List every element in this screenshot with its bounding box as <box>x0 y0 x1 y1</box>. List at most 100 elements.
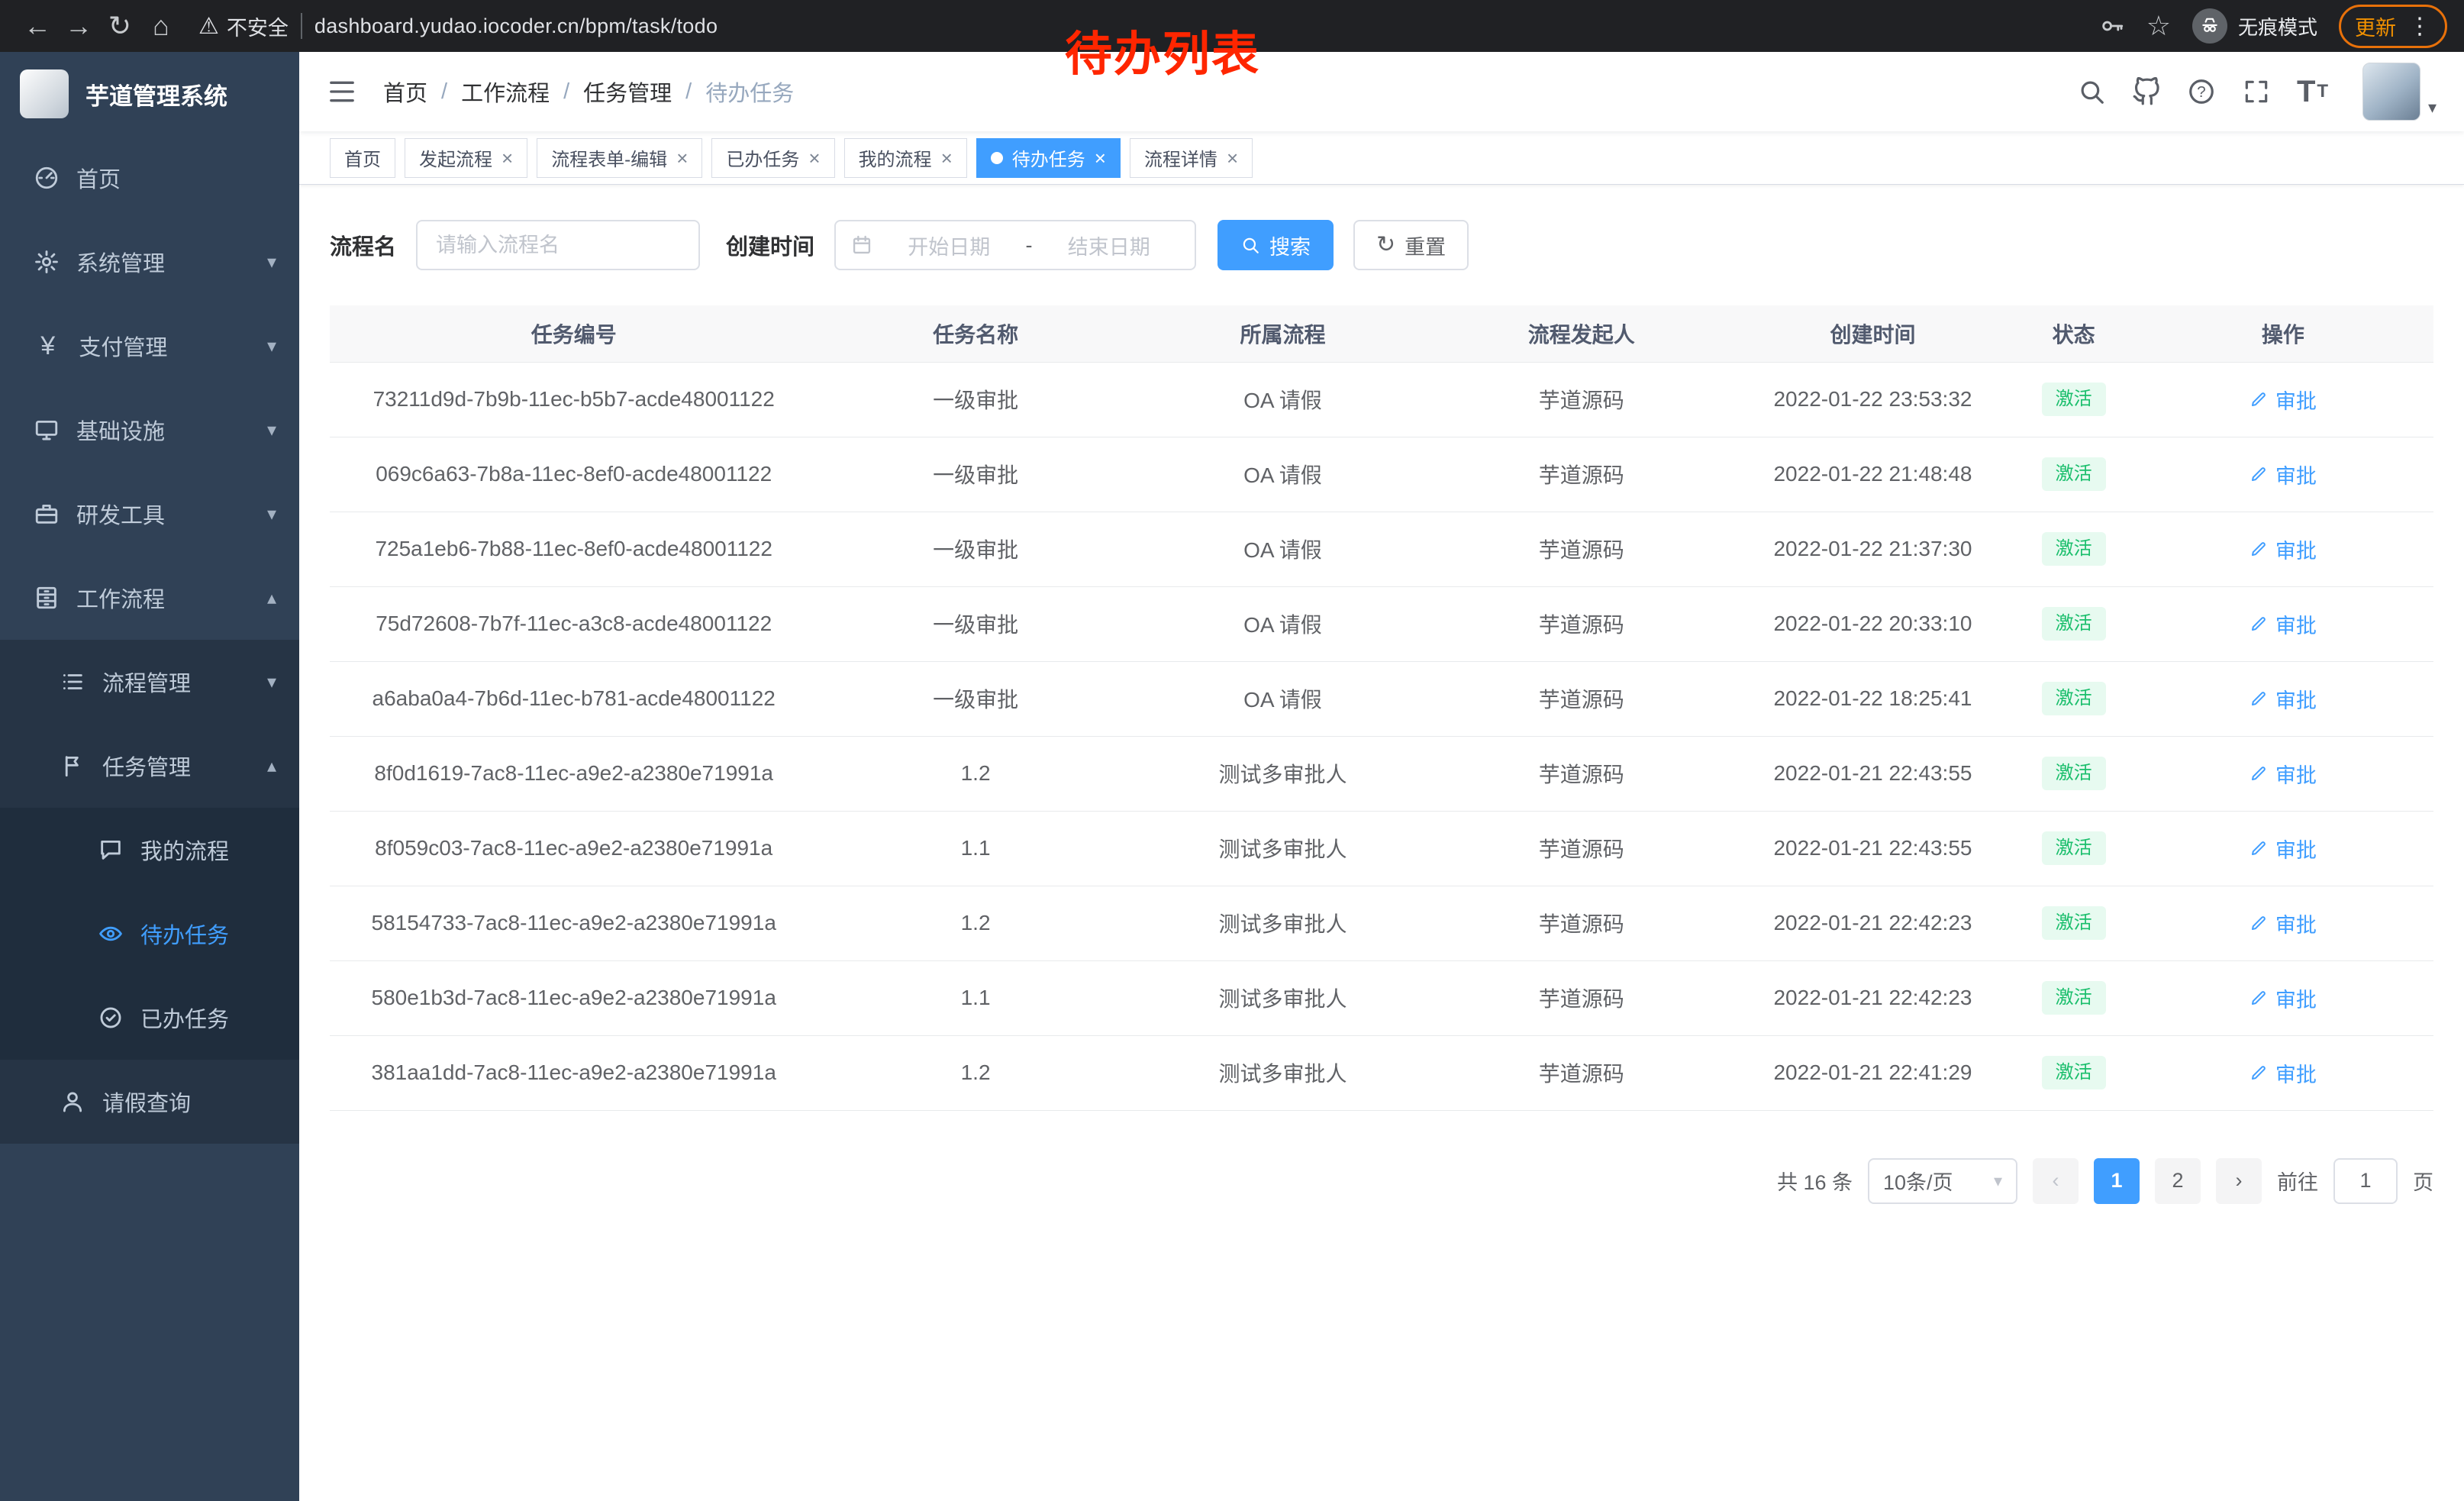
status-badge: 激活 <box>2042 383 2106 417</box>
cell-task-id: 381aa1dd-7ac8-11ec-a9e2-a2380e71991a <box>330 1035 818 1110</box>
sidebar-item-system[interactable]: 系统管理 ▾ <box>0 220 299 304</box>
help-icon[interactable] <box>2187 63 2216 121</box>
approve-link[interactable]: 审批 <box>2250 759 2317 789</box>
menu-label: 请假查询 <box>102 1086 191 1118</box>
avatar[interactable] <box>2362 63 2420 121</box>
next-page-button[interactable]: › <box>2216 1158 2262 1204</box>
cell-created: 2022-01-22 21:48:48 <box>1730 437 2014 512</box>
cell-task-name: 一级审批 <box>818 661 1133 736</box>
screen: ← → ↻ ⌂ ⚠ 不安全 dashboard.yudao.iocoder.cn… <box>0 0 2464 1501</box>
page-size-select[interactable]: 10条/页 ▾ <box>1868 1158 2017 1204</box>
sidebar-item-my-process[interactable]: 我的流程 <box>0 808 299 892</box>
task-table: 任务编号 任务名称 所属流程 流程发起人 创建时间 状态 操作 73211d9d… <box>330 305 2433 1111</box>
approve-link[interactable]: 审批 <box>2250 534 2317 564</box>
sidebar-item-process-mgmt[interactable]: 流程管理 ▾ <box>0 640 299 724</box>
page-button-1[interactable]: 1 <box>2094 1158 2140 1204</box>
menu-label: 首页 <box>76 162 121 194</box>
sidebar-item-workflow[interactable]: 工作流程 ▴ <box>0 556 299 640</box>
sidebar-item-infra[interactable]: 基础设施 ▾ <box>0 388 299 472</box>
tab-process-detail[interactable]: 流程详情 × <box>1130 138 1253 178</box>
chrome-right-controls: ☆ 无痕模式 更新 ⋮ <box>2099 5 2447 48</box>
address-bar[interactable]: ⚠ 不安全 dashboard.yudao.iocoder.cn/bpm/tas… <box>198 11 718 41</box>
browser-reload-button[interactable]: ↻ <box>99 5 140 47</box>
tab-process-form-edit[interactable]: 流程表单-编辑 × <box>537 138 702 178</box>
close-icon[interactable]: × <box>1095 148 1106 168</box>
cell-task-id: 75d72608-7b7f-11ec-a3c8-acde48001122 <box>330 586 818 661</box>
close-icon[interactable]: × <box>676 148 688 168</box>
tab-home[interactable]: 首页 <box>330 138 395 178</box>
fullscreen-icon[interactable] <box>2242 63 2271 121</box>
tab-start-process[interactable]: 发起流程 × <box>405 138 527 178</box>
search-button[interactable]: 搜索 <box>1217 220 1334 270</box>
sidebar-item-payment[interactable]: ¥ 支付管理 ▾ <box>0 304 299 388</box>
table-row: 8f0d1619-7ac8-11ec-a9e2-a2380e71991a 1.2… <box>330 736 2433 811</box>
sidebar-item-done-task[interactable]: 已办任务 <box>0 976 299 1060</box>
breadcrumb-task-mgmt[interactable]: 任务管理 <box>583 76 672 108</box>
browser-menu-icon[interactable]: ⋮ <box>2408 13 2431 40</box>
page-button-2[interactable]: 2 <box>2155 1158 2201 1204</box>
caret-down-icon: ▾ <box>2428 98 2437 121</box>
monitor-icon <box>34 417 60 443</box>
approve-link[interactable]: 审批 <box>2250 684 2317 714</box>
cell-task-name: 一级审批 <box>818 362 1133 437</box>
chat-icon <box>98 837 124 863</box>
approve-link[interactable]: 审批 <box>2250 983 2317 1013</box>
app-logo[interactable]: 芋道管理系统 <box>0 52 299 136</box>
approve-link-label: 审批 <box>2275 759 2317 789</box>
browser-forward-button[interactable]: → <box>58 5 99 47</box>
github-icon[interactable] <box>2132 63 2161 121</box>
search-icon[interactable] <box>2077 63 2106 121</box>
tab-my-process[interactable]: 我的流程 × <box>844 138 967 178</box>
breadcrumb-home[interactable]: 首页 <box>383 76 427 108</box>
sidebar-item-todo-task[interactable]: 待办任务 <box>0 892 299 976</box>
user-menu[interactable]: ▾ <box>2362 63 2437 121</box>
main-content: 流程名 创建时间 开始日期 - 结束日期 搜索 ↻ 重置 <box>299 185 2464 1501</box>
tab-todo-task[interactable]: 待办任务 × <box>976 138 1121 178</box>
password-key-icon[interactable] <box>2099 13 2125 39</box>
prev-page-button[interactable]: ‹ <box>2033 1158 2079 1204</box>
cell-initiator: 芋道源码 <box>1432 886 1730 960</box>
cell-task-name: 1.1 <box>818 960 1133 1035</box>
cell-created: 2022-01-21 22:42:23 <box>1730 886 2014 960</box>
process-name-input[interactable] <box>416 220 700 270</box>
close-icon[interactable]: × <box>1227 148 1238 168</box>
security-chip[interactable]: ⚠ 不安全 <box>198 11 289 41</box>
close-icon[interactable]: × <box>502 148 513 168</box>
font-size-icon[interactable] <box>2297 63 2337 121</box>
sidebar-item-dev-tools[interactable]: 研发工具 ▾ <box>0 472 299 556</box>
tab-label: 发起流程 <box>419 144 492 171</box>
approve-link[interactable]: 审批 <box>2250 1058 2317 1088</box>
close-icon[interactable]: × <box>941 148 953 168</box>
cell-action: 审批 <box>2133 512 2433 586</box>
browser-back-button[interactable]: ← <box>17 5 58 47</box>
cell-initiator: 芋道源码 <box>1432 512 1730 586</box>
approve-link[interactable]: 审批 <box>2250 834 2317 863</box>
sidebar-item-leave-query[interactable]: 请假查询 <box>0 1060 299 1144</box>
tab-label: 我的流程 <box>859 144 932 171</box>
cell-process: OA 请假 <box>1134 362 1432 437</box>
reset-button[interactable]: ↻ 重置 <box>1353 220 1469 270</box>
breadcrumb-workflow[interactable]: 工作流程 <box>461 76 550 108</box>
close-icon[interactable]: × <box>808 148 820 168</box>
url-text[interactable]: dashboard.yudao.iocoder.cn/bpm/task/todo <box>314 15 718 38</box>
sidebar-item-task-mgmt[interactable]: 任务管理 ▴ <box>0 724 299 808</box>
goto-unit-label: 页 <box>2413 1166 2433 1196</box>
approve-link[interactable]: 审批 <box>2250 460 2317 489</box>
date-range-picker[interactable]: 开始日期 - 结束日期 <box>834 220 1196 270</box>
bookmark-star-icon[interactable]: ☆ <box>2146 10 2171 42</box>
sidebar-item-home[interactable]: 首页 <box>0 136 299 220</box>
goto-page-input[interactable] <box>2333 1158 2398 1204</box>
edit-icon <box>2250 764 2268 783</box>
tab-done-task[interactable]: 已办任务 × <box>711 138 834 178</box>
sidebar-collapse-icon[interactable] <box>327 76 357 107</box>
browser-home-button[interactable]: ⌂ <box>140 5 182 47</box>
cell-status: 激活 <box>2015 437 2133 512</box>
approve-link[interactable]: 审批 <box>2250 609 2317 639</box>
start-date-placeholder: 开始日期 <box>879 231 1020 260</box>
cell-task-id: 069c6a63-7b8a-11ec-8ef0-acde48001122 <box>330 437 818 512</box>
browser-update-button[interactable]: 更新 ⋮ <box>2339 5 2447 48</box>
approve-link[interactable]: 审批 <box>2250 385 2317 415</box>
status-badge: 激活 <box>2042 1056 2106 1090</box>
breadcrumb-current: 待办任务 <box>705 76 794 108</box>
approve-link[interactable]: 审批 <box>2250 909 2317 938</box>
